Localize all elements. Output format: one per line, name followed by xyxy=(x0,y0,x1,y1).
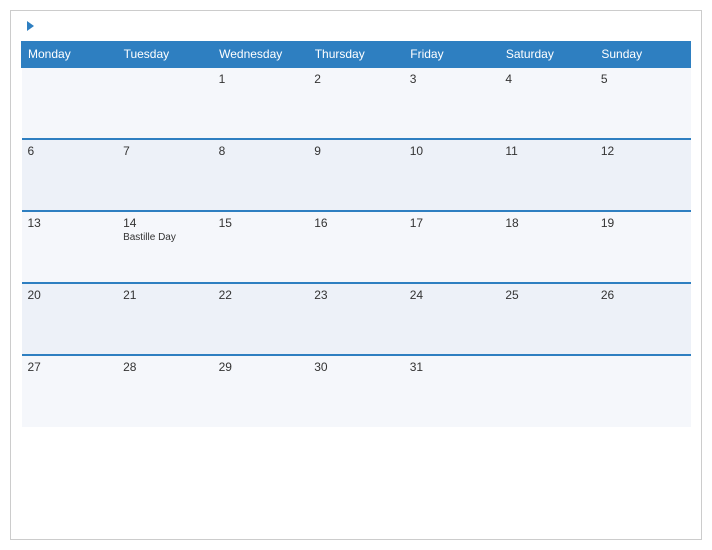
weekday-header-friday: Friday xyxy=(404,42,500,68)
calendar-cell: 7 xyxy=(117,139,213,211)
day-number: 27 xyxy=(28,360,112,374)
logo xyxy=(25,21,34,31)
holiday-label: Bastille Day xyxy=(123,232,207,243)
logo-blue-text xyxy=(25,21,34,31)
calendar-cell: 24 xyxy=(404,283,500,355)
calendar-cell: 11 xyxy=(499,139,595,211)
calendar-cell xyxy=(499,355,595,427)
calendar-cell: 9 xyxy=(308,139,404,211)
calendar-cell: 19 xyxy=(595,211,691,283)
week-row-1: 12345 xyxy=(22,67,691,139)
calendar-cell: 26 xyxy=(595,283,691,355)
day-number: 6 xyxy=(28,144,112,158)
calendar-cell: 16 xyxy=(308,211,404,283)
calendar-cell: 3 xyxy=(404,67,500,139)
calendar-cell: 20 xyxy=(22,283,118,355)
day-number: 11 xyxy=(505,144,589,158)
day-number: 18 xyxy=(505,216,589,230)
weekday-header-tuesday: Tuesday xyxy=(117,42,213,68)
calendar-cell: 17 xyxy=(404,211,500,283)
calendar-cell: 28 xyxy=(117,355,213,427)
day-number: 20 xyxy=(28,288,112,302)
calendar-cell: 2 xyxy=(308,67,404,139)
week-row-2: 6789 10 11 12 xyxy=(22,139,691,211)
weekday-header-monday: Monday xyxy=(22,42,118,68)
day-number: 1 xyxy=(219,72,303,86)
calendar-cell: 12 xyxy=(595,139,691,211)
calendar-cell: 1 xyxy=(213,67,309,139)
calendar-cell: 10 xyxy=(404,139,500,211)
calendar-grid: MondayTuesdayWednesdayThursdayFridaySatu… xyxy=(21,41,691,427)
calendar-container: MondayTuesdayWednesdayThursdayFridaySatu… xyxy=(10,10,702,540)
calendar-cell: 22 xyxy=(213,283,309,355)
week-row-4: 20 21 22 23 24 25 26 xyxy=(22,283,691,355)
day-number: 28 xyxy=(123,360,207,374)
calendar-cell: 13 xyxy=(22,211,118,283)
day-number: 12 xyxy=(601,144,685,158)
week-row-3: 13 14 Bastille Day 15 16 17 18 19 xyxy=(22,211,691,283)
weekday-header-thursday: Thursday xyxy=(308,42,404,68)
calendar-cell: 8 xyxy=(213,139,309,211)
calendar-cell: 23 xyxy=(308,283,404,355)
day-number: 4 xyxy=(505,72,589,86)
logo-triangle-icon xyxy=(27,21,34,31)
calendar-cell: 25 xyxy=(499,283,595,355)
day-number: 17 xyxy=(410,216,494,230)
day-number: 9 xyxy=(314,144,398,158)
weekday-header-row: MondayTuesdayWednesdayThursdayFridaySatu… xyxy=(22,42,691,68)
day-number: 14 xyxy=(123,216,207,230)
calendar-header xyxy=(21,21,691,31)
weekday-header-wednesday: Wednesday xyxy=(213,42,309,68)
calendar-cell: 4 xyxy=(499,67,595,139)
calendar-cell: 14 Bastille Day xyxy=(117,211,213,283)
week-row-5: 27 28 29 30 31 xyxy=(22,355,691,427)
calendar-cell: 21 xyxy=(117,283,213,355)
day-number: 29 xyxy=(219,360,303,374)
calendar-cell xyxy=(22,67,118,139)
calendar-cell: 18 xyxy=(499,211,595,283)
calendar-cell xyxy=(117,67,213,139)
day-number: 22 xyxy=(219,288,303,302)
calendar-cell: 31 xyxy=(404,355,500,427)
day-number: 25 xyxy=(505,288,589,302)
day-number: 26 xyxy=(601,288,685,302)
day-number: 2 xyxy=(314,72,398,86)
day-number: 3 xyxy=(410,72,494,86)
calendar-cell: 30 xyxy=(308,355,404,427)
day-number: 16 xyxy=(314,216,398,230)
calendar-cell: 29 xyxy=(213,355,309,427)
day-number: 8 xyxy=(219,144,303,158)
calendar-cell: 5 xyxy=(595,67,691,139)
calendar-cell: 6 xyxy=(22,139,118,211)
weekday-header-sunday: Sunday xyxy=(595,42,691,68)
day-number: 10 xyxy=(410,144,494,158)
day-number: 19 xyxy=(601,216,685,230)
day-number: 13 xyxy=(28,216,112,230)
calendar-cell: 27 xyxy=(22,355,118,427)
day-number: 21 xyxy=(123,288,207,302)
calendar-cell xyxy=(595,355,691,427)
day-number: 24 xyxy=(410,288,494,302)
weekday-header-saturday: Saturday xyxy=(499,42,595,68)
day-number: 30 xyxy=(314,360,398,374)
day-number: 23 xyxy=(314,288,398,302)
day-number: 15 xyxy=(219,216,303,230)
day-number: 31 xyxy=(410,360,494,374)
calendar-cell: 15 xyxy=(213,211,309,283)
day-number: 5 xyxy=(601,72,685,86)
day-number: 7 xyxy=(123,144,207,158)
